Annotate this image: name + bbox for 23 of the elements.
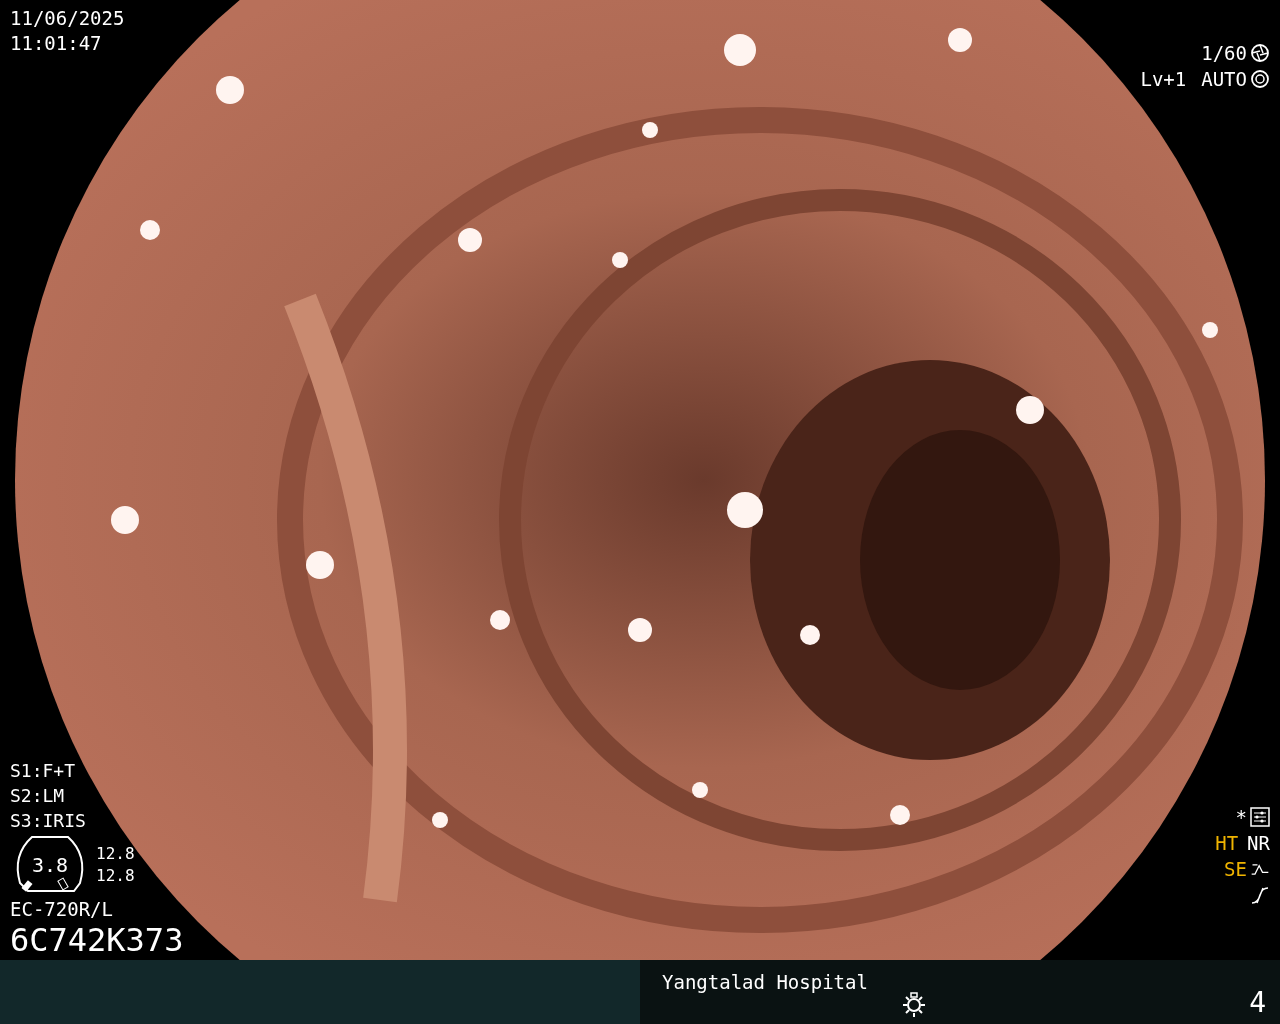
status-label-text: * <box>1235 804 1247 830</box>
switch-assignment-text: S2:LM <box>10 784 66 808</box>
status-label-text: SE <box>1224 856 1247 882</box>
scope-serial-text: 6C742K373 <box>10 922 184 958</box>
switch-assignment-text: S1:F+T <box>10 759 77 783</box>
iris-mode-text: AUTO <box>1201 66 1247 92</box>
time-text: 11:01:47 <box>10 31 103 56</box>
aperture-icon <box>1250 43 1270 63</box>
gauge-reading-text: 12.8 <box>96 865 135 887</box>
page-number-text: 4 <box>1249 986 1266 1019</box>
iris-icon <box>1250 69 1270 89</box>
scope-model-text: EC-720R/L <box>10 897 114 922</box>
status-label-text: HT <box>1215 830 1239 856</box>
date-text: 11/06/2025 <box>10 6 125 31</box>
hospital-name-text: Yangtalad Hospital <box>662 970 868 995</box>
switch-assignment-text: S3:IRIS <box>10 809 87 833</box>
gauge-reading-text: 12.8 <box>96 843 135 865</box>
slashed-curve-icon <box>1250 885 1270 905</box>
status-label-text: NR <box>1247 830 1270 856</box>
brightness-level-text: Lv+1 <box>1140 66 1187 92</box>
gauge-value-text: 3.8 <box>31 853 69 877</box>
sliders-icon <box>1250 807 1270 827</box>
shutter-speed-text: 1/60 <box>1201 40 1247 66</box>
